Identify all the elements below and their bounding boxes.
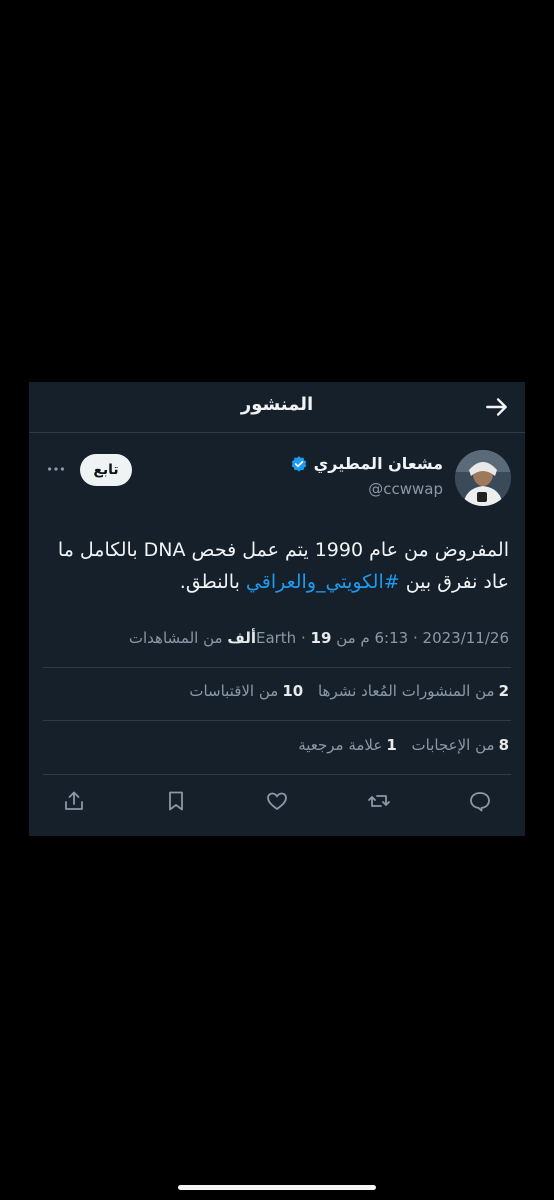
like-button[interactable] [262, 786, 292, 816]
meta-separator-2: · [300, 629, 306, 647]
repost-quote-stats: 2من المنشورات المُعاد نشرها 10من الاقتبا… [43, 682, 509, 700]
quotes-count: 10 [282, 682, 304, 700]
home-indicator[interactable] [178, 1185, 376, 1190]
hashtag-link[interactable]: #الكويتي_والعراقي [246, 571, 400, 593]
reply-icon [470, 792, 490, 812]
post-card: المنشور مشعان المطيري @ccwwap تابع المفر… [29, 382, 525, 836]
verified-badge-icon [291, 455, 306, 472]
post-text: المفروض من عام 1990 يتم عمل فحص DNA بالك… [43, 534, 509, 598]
action-bar [59, 786, 495, 816]
share-button[interactable] [59, 786, 89, 816]
follow-button[interactable]: تابع [80, 454, 132, 486]
post-time[interactable]: 6:13 م [360, 629, 408, 647]
author-name[interactable]: مشعان المطيري [314, 454, 443, 473]
repost-icon [367, 795, 390, 807]
meta-from-label: من [336, 629, 356, 647]
reply-button[interactable] [465, 786, 495, 816]
bookmark-icon [168, 791, 183, 811]
reposts-count: 2 [498, 682, 509, 700]
post-text-line-2: عاد نفرق بين #الكويتي_والعراقي بالنطق. [43, 566, 509, 598]
post-location: Earth [255, 629, 297, 647]
page-title: المنشور [240, 394, 314, 415]
bookmarks-label: علامة مرجعية [298, 736, 383, 754]
bookmarks-stat[interactable]: 1علامة مرجعية [298, 736, 397, 754]
divider [43, 667, 511, 668]
author-handle[interactable]: @ccwwap [368, 480, 443, 498]
screenshot-stage: المنشور مشعان المطيري @ccwwap تابع المفر… [0, 0, 554, 1200]
repost-button[interactable] [364, 786, 394, 816]
quotes-stat[interactable]: 10من الاقتباسات [189, 682, 303, 700]
bookmarks-count: 1 [386, 736, 397, 754]
back-button[interactable] [483, 393, 511, 421]
post-text-suffix: بالنطق. [179, 571, 246, 593]
arrow-right-icon [486, 398, 507, 416]
likes-label: من الإعجابات [411, 736, 495, 754]
likes-stat[interactable]: 8من الإعجابات [412, 736, 509, 754]
views-label: من المشاهدات [128, 629, 223, 647]
divider [43, 720, 511, 721]
more-options-button[interactable] [43, 456, 69, 482]
like-icon [267, 792, 287, 810]
ellipsis-icon [47, 467, 65, 471]
meta-separator: · [412, 629, 418, 647]
avatar-image [455, 450, 511, 506]
likes-count: 8 [498, 736, 509, 754]
post-text-line-1: المفروض من عام 1990 يتم عمل فحص DNA بالك… [57, 539, 509, 561]
post-metadata: 2023/11/26 · 6:13 م من Earth · 19ألف من … [43, 629, 509, 647]
post-text-prefix: عاد نفرق بين [399, 571, 509, 593]
reposts-stat[interactable]: 2من المنشورات المُعاد نشرها [318, 682, 509, 700]
quotes-label: من الاقتباسات [189, 682, 279, 700]
avatar[interactable] [455, 450, 511, 506]
author-row: مشعان المطيري @ccwwap تابع [29, 444, 525, 508]
top-bar: المنشور [29, 382, 525, 433]
likes-bookmarks-stats: 8من الإعجابات 1علامة مرجعية [43, 736, 509, 754]
divider [43, 774, 511, 775]
post-date[interactable]: 2023/11/26 [423, 629, 509, 647]
reposts-label: من المنشورات المُعاد نشرها [317, 682, 495, 700]
share-icon [65, 791, 83, 810]
bookmark-button[interactable] [161, 786, 191, 816]
author-name-group: مشعان المطيري [290, 454, 443, 473]
